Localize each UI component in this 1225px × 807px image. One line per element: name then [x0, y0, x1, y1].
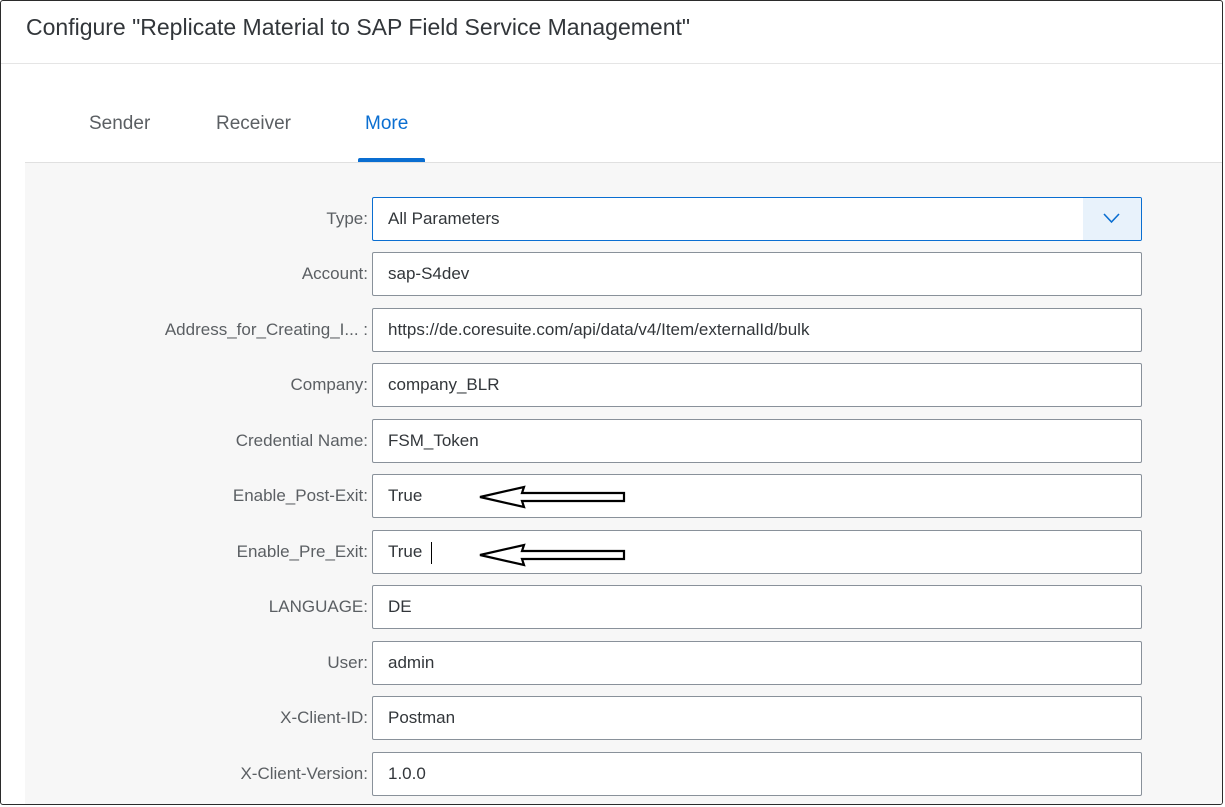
chevron-down-icon: [1103, 213, 1120, 224]
tab-bar: Sender Receiver More: [25, 89, 1222, 163]
language-input[interactable]: DE: [372, 585, 1142, 629]
language-value: DE: [388, 597, 412, 616]
param-row-enable-pre-exit: Enable_Pre_Exit: True: [25, 530, 1222, 576]
enable-pre-exit-input[interactable]: True: [372, 530, 1142, 574]
x-client-id-input[interactable]: Postman: [372, 696, 1142, 740]
param-label-address: Address_for_Creating_I... :: [164, 320, 368, 339]
param-row-enable-post-exit: Enable_Post-Exit: True: [25, 474, 1222, 520]
user-value: admin: [388, 653, 435, 672]
left-arrow-icon: [479, 543, 626, 567]
company-value: company_BLR: [388, 375, 500, 394]
type-select[interactable]: All Parameters: [372, 197, 1142, 241]
param-label-enable-post-exit: Enable_Post-Exit:: [232, 486, 368, 505]
address-input[interactable]: https://de.coresuite.com/api/data/v4/Ite…: [372, 308, 1142, 352]
enable-post-exit-value: True: [388, 486, 423, 505]
param-label-company: Company:: [290, 375, 368, 394]
address-value: https://de.coresuite.com/api/data/v4/Ite…: [388, 320, 810, 339]
enable-post-exit-input[interactable]: True: [372, 474, 1142, 518]
tab-sender[interactable]: Sender: [89, 113, 150, 135]
tab-more[interactable]: More: [365, 113, 408, 135]
parameters-panel: Type: All Parameters Account: sap-S4dev …: [25, 163, 1222, 804]
credential-name-value: FSM_Token: [388, 431, 479, 450]
credential-name-input[interactable]: FSM_Token: [372, 419, 1142, 463]
param-label-account: Account:: [301, 264, 368, 283]
param-row-credential-name: Credential Name: FSM_Token: [25, 419, 1222, 465]
active-tab-indicator: [358, 158, 425, 162]
user-input[interactable]: admin: [372, 641, 1142, 685]
tab-receiver[interactable]: Receiver: [216, 113, 291, 135]
param-label-x-client-version: X-Client-Version:: [240, 764, 368, 783]
title-divider: [1, 63, 1222, 64]
left-arrow-icon: [479, 485, 626, 509]
account-input[interactable]: sap-S4dev: [372, 252, 1142, 296]
param-row-type: Type: All Parameters: [25, 197, 1222, 243]
x-client-version-value: 1.0.0: [388, 764, 426, 783]
enable-pre-exit-value: True: [388, 542, 423, 561]
param-label-enable-pre-exit: Enable_Pre_Exit:: [236, 542, 368, 561]
dialog-title: Configure "Replicate Material to SAP Fie…: [26, 14, 691, 40]
x-client-id-value: Postman: [388, 708, 456, 727]
param-row-x-client-version: X-Client-Version: 1.0.0: [25, 752, 1222, 798]
type-select-value: All Parameters: [388, 209, 500, 228]
param-row-language: LANGUAGE: DE: [25, 585, 1222, 631]
param-label-x-client-id: X-Client-ID:: [280, 708, 368, 727]
param-label-credential-name: Credential Name:: [235, 431, 368, 450]
param-label-user: User:: [327, 653, 368, 672]
company-input[interactable]: company_BLR: [372, 363, 1142, 407]
param-row-account: Account: sap-S4dev: [25, 252, 1222, 298]
param-row-address: Address_for_Creating_I... : https://de.c…: [25, 308, 1222, 354]
param-row-user: User: admin: [25, 641, 1222, 687]
param-row-company: Company: company_BLR: [25, 363, 1222, 409]
configure-dialog: Configure "Replicate Material to SAP Fie…: [0, 0, 1223, 805]
text-cursor: [431, 542, 432, 564]
param-label-type: Type:: [326, 209, 368, 228]
x-client-version-input[interactable]: 1.0.0: [372, 752, 1142, 796]
account-value: sap-S4dev: [388, 264, 470, 283]
param-label-language: LANGUAGE:: [268, 597, 368, 616]
param-row-x-client-id: X-Client-ID: Postman: [25, 696, 1222, 742]
type-select-button[interactable]: [1083, 198, 1141, 240]
